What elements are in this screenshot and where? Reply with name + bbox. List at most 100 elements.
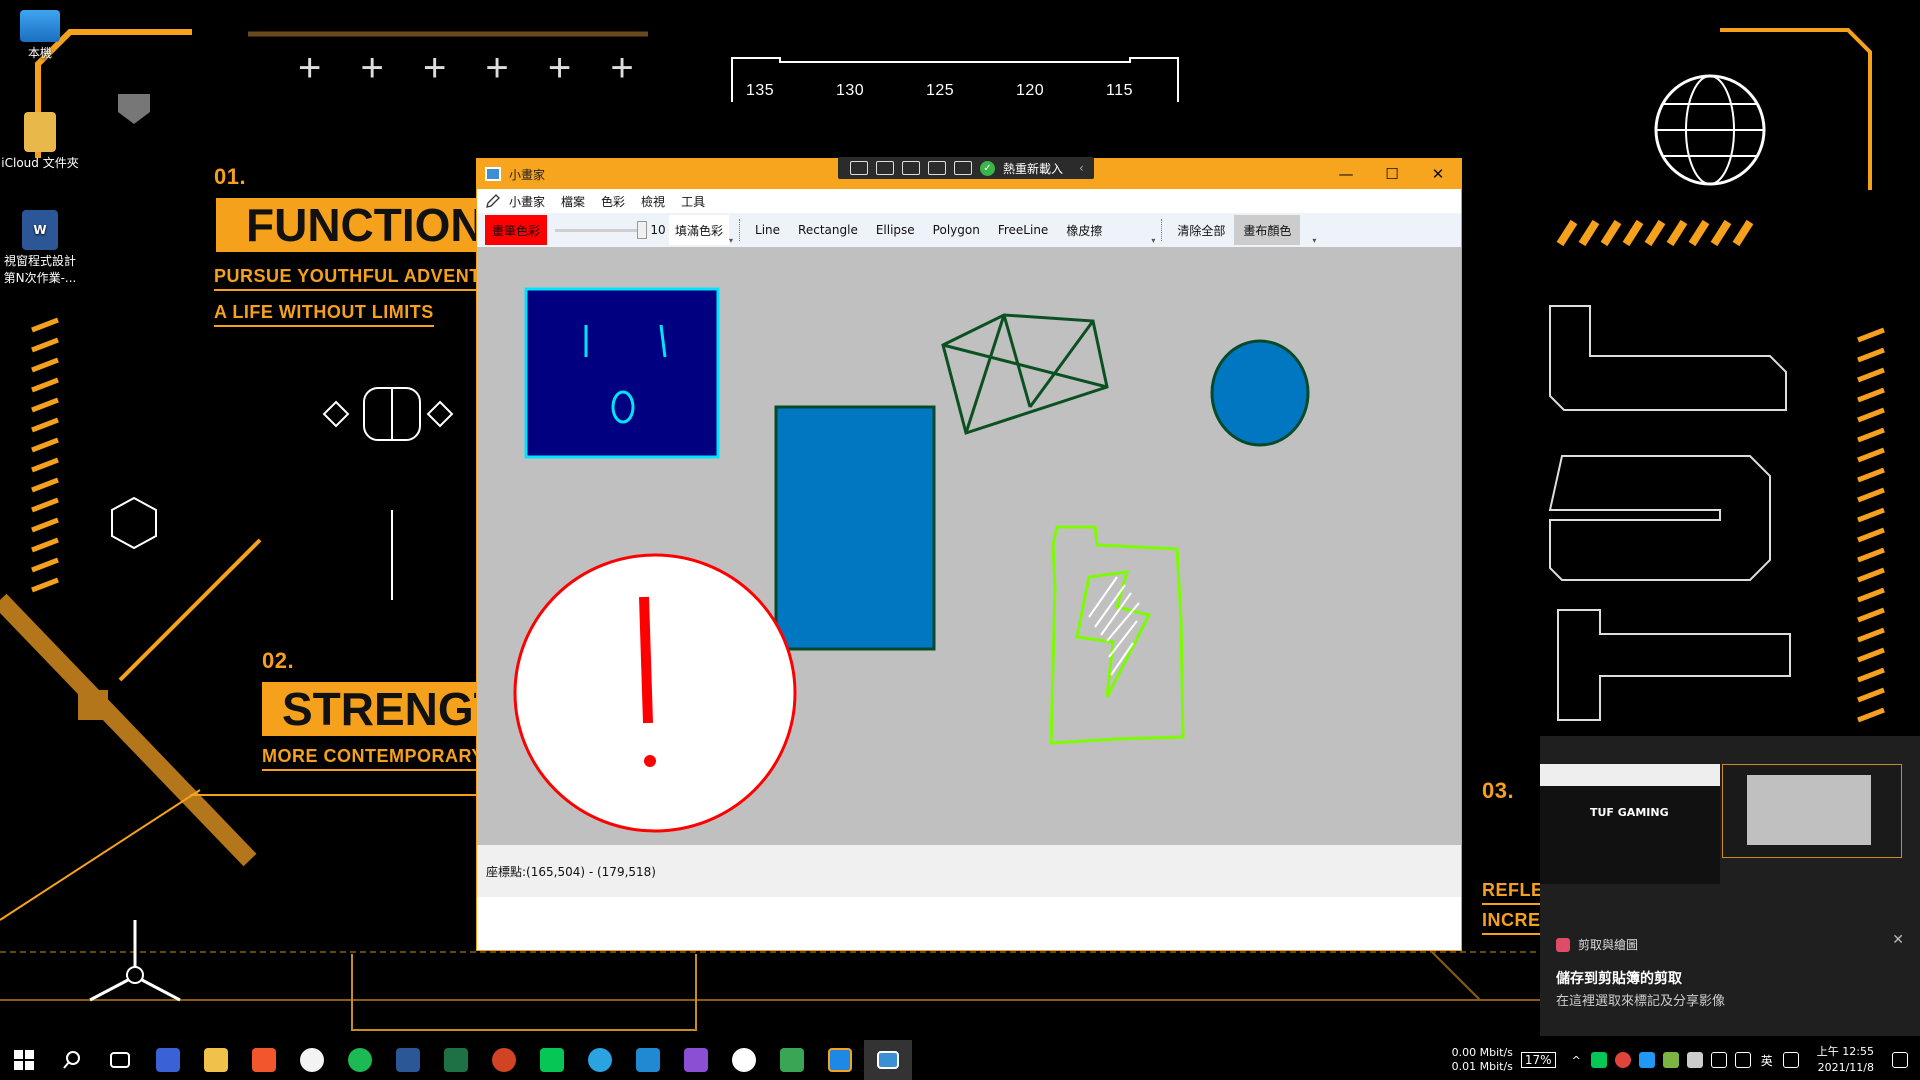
ruler-label: 130 [836, 82, 865, 99]
volume-icon[interactable] [1734, 1052, 1751, 1068]
notification-app-name: 剪取與繪圖 [1578, 938, 1639, 952]
tool-ellipse-button[interactable]: Ellipse [867, 215, 924, 245]
folder-icon [204, 1048, 228, 1072]
wifi-icon[interactable] [1710, 1052, 1727, 1068]
menu-color[interactable]: 色彩 [593, 193, 633, 210]
menu-paint[interactable]: 小畫家 [501, 193, 553, 210]
menu-view[interactable]: 檢視 [633, 193, 673, 210]
chevron-down-icon[interactable]: ▾ [1312, 236, 1316, 245]
clear-all-button[interactable]: 清除全部 [1168, 215, 1234, 245]
taskbar-app-line[interactable] [528, 1040, 576, 1080]
taskbar-app-brave[interactable] [240, 1040, 288, 1080]
net-upload: 0.00 Mbit/s [1451, 1046, 1513, 1059]
chevron-down-icon[interactable]: ▾ [729, 236, 733, 245]
clock-date: 2021/11/8 [1817, 1061, 1874, 1074]
drawn-ellipse-blue [1210, 339, 1310, 447]
tool-line-button[interactable]: Line [746, 215, 789, 245]
visual-studio-icon [684, 1048, 708, 1072]
tool-polygon-button[interactable]: Polygon [924, 215, 989, 245]
coordinates-readout: 座標點:(165,504) - (179,518) [486, 864, 656, 879]
chevron-down-icon[interactable]: ▾ [1151, 236, 1155, 245]
folder-icon [24, 112, 56, 152]
snip-notification[interactable]: TUF GAMING 剪取與繪圖 ✕ 儲存到剪貼簿的剪取 在這裡選取來標記及分享… [1540, 736, 1920, 1036]
minimize-button[interactable]: — [1323, 159, 1369, 189]
layout-adorner-icon[interactable] [902, 161, 920, 175]
drawn-rectangle-navy [524, 287, 720, 459]
taskbar-app-powerpoint[interactable] [480, 1040, 528, 1080]
desktop-icon-this-pc[interactable]: 本機 [0, 10, 80, 61]
taskbar-app-paint-active[interactable] [864, 1040, 912, 1080]
taskbar-app-snip[interactable] [816, 1040, 864, 1080]
taskbar-app-spotify[interactable] [336, 1040, 384, 1080]
desktop-icon-icloud[interactable]: iCloud 文件夾 [0, 112, 80, 171]
input-method-icon[interactable] [1782, 1052, 1799, 1068]
clock[interactable]: 上午 12:55 2021/11/8 [1817, 1044, 1874, 1076]
taskbar-app-word[interactable] [384, 1040, 432, 1080]
cpu-usage: 17% [1520, 1052, 1556, 1068]
notification-center-icon[interactable] [1892, 1052, 1908, 1068]
desktop-icon-label: iCloud 文件夾 [1, 156, 79, 170]
ruler-label: 120 [1016, 82, 1045, 99]
binding-failure-icon[interactable] [954, 161, 972, 175]
tool-freeline-button[interactable]: FreeLine [989, 215, 1057, 245]
wallpaper-number-3: 03. [1482, 778, 1515, 803]
close-button[interactable]: ✕ [1415, 159, 1461, 189]
slider-track [555, 229, 647, 232]
slider-thumb[interactable] [637, 221, 647, 239]
taskbar-app-itunes[interactable] [288, 1040, 336, 1080]
taskbar-app-remote[interactable] [768, 1040, 816, 1080]
line-tray-icon[interactable] [1590, 1052, 1607, 1068]
thumbnail-tuf: TUF GAMING [1540, 764, 1720, 884]
line-icon [540, 1048, 564, 1072]
telegram-icon [588, 1048, 612, 1072]
hot-reload-label[interactable]: 熱重新載入 [1003, 160, 1063, 177]
window-title: 小畫家 [509, 167, 546, 182]
search-icon [63, 1051, 80, 1069]
fill-color-button[interactable]: 填滿色彩 [669, 215, 730, 245]
canvas-color-button[interactable]: 畫布顏色 [1234, 215, 1301, 245]
wallpaper-number-2: 02. [262, 648, 295, 673]
desktop-icon-word-doc[interactable]: W 視窗程式設計第N次作業-... [0, 210, 80, 286]
menu-file[interactable]: 檔案 [553, 193, 593, 210]
taskbar-app-telegram[interactable] [576, 1040, 624, 1080]
check-icon: ✓ [980, 160, 995, 176]
ime-indicator[interactable]: 英 [1761, 1052, 1773, 1069]
select-element-icon[interactable] [850, 161, 868, 175]
monitor-tray-icon[interactable] [1686, 1052, 1703, 1068]
collapse-chevron-icon[interactable]: ‹ [1079, 161, 1084, 175]
drawn-ellipse-white [513, 553, 797, 833]
taskbar-app-vscode[interactable] [624, 1040, 672, 1080]
start-button[interactable] [0, 1040, 48, 1080]
menu-tools[interactable]: 工具 [673, 193, 713, 210]
ruler-label: 125 [926, 82, 955, 99]
task-view-button[interactable] [96, 1040, 144, 1080]
tool-rectangle-button[interactable]: Rectangle [789, 215, 867, 245]
wallpaper-sub-1a: PURSUE YOUTHFUL ADVENTURE [214, 266, 521, 291]
tray-chevron[interactable]: ^ [1572, 1054, 1581, 1067]
drive-tray-icon[interactable] [1662, 1052, 1679, 1068]
pen-size-slider[interactable] [555, 215, 647, 245]
vscode-icon [636, 1048, 660, 1072]
drawing-canvas[interactable] [477, 247, 1461, 845]
maximize-button[interactable]: ☐ [1369, 159, 1415, 189]
word-document-icon: W [22, 210, 58, 250]
chrome-tray-icon[interactable] [1614, 1052, 1631, 1068]
task-view-icon [110, 1052, 130, 1068]
taskbar-app-explorer[interactable] [192, 1040, 240, 1080]
notification-close-button[interactable]: ✕ [1892, 932, 1904, 948]
pen-color-button[interactable]: 畫筆色彩 [485, 215, 547, 245]
cloud-tray-icon[interactable] [1638, 1052, 1655, 1068]
taskbar-app-visual-studio[interactable] [672, 1040, 720, 1080]
menu-bar: 小畫家 檔案 色彩 檢視 工具 [477, 189, 1461, 213]
taskbar-app-word-alt[interactable] [720, 1040, 768, 1080]
taskbar-app-ide[interactable] [144, 1040, 192, 1080]
drawn-polygon-envelope [941, 313, 1109, 435]
taskbar-app-excel[interactable] [432, 1040, 480, 1080]
cursor-icon[interactable] [876, 161, 894, 175]
tool-eraser-button[interactable]: 橡皮擦 [1057, 215, 1111, 245]
search-button[interactable] [48, 1040, 96, 1080]
paint-app-icon [877, 1051, 899, 1069]
track-focus-icon[interactable] [928, 161, 946, 175]
wallpaper-word-strength: STRENGTH [262, 682, 535, 736]
desktop-icon-label: 視窗程式設計第N次作業-... [3, 254, 77, 285]
